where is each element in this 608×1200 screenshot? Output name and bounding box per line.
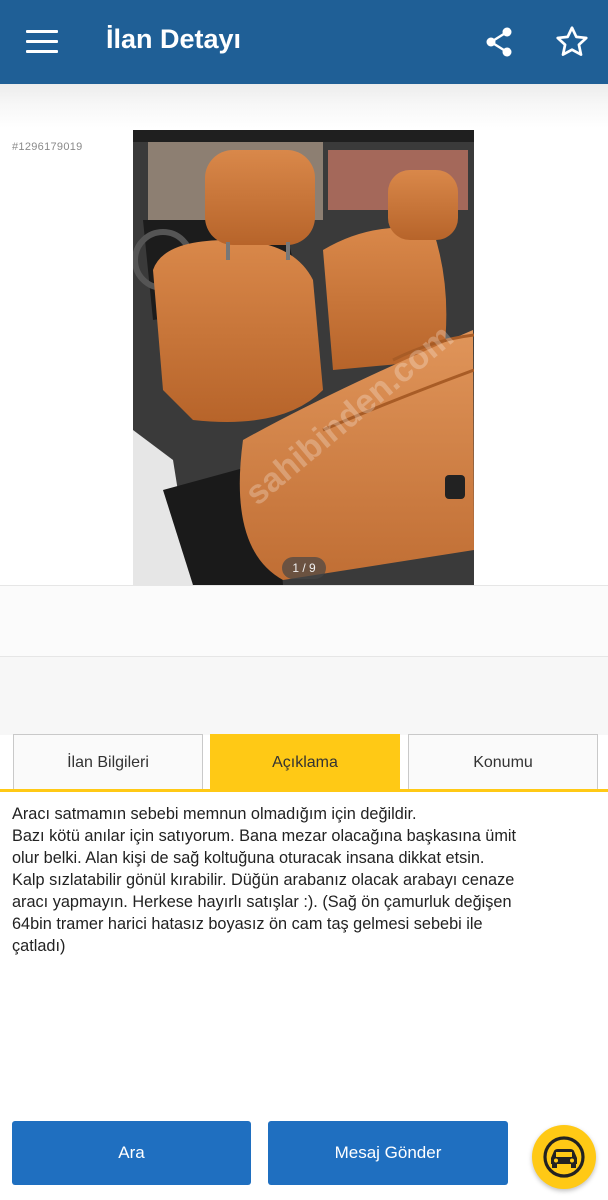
description-line: Bazı kötü anılar için satıyorum. Bana me… (12, 827, 517, 845)
description-line: 64bin tramer harici hatasız boyasız ön c… (12, 915, 483, 933)
tab-aciklama[interactable]: Açıklama (210, 734, 400, 790)
description-line: olur belki. Alan kişi de sağ koltuğuna o… (12, 849, 485, 867)
send-message-button[interactable]: Mesaj Gönder (268, 1121, 508, 1185)
car-assistant-button[interactable] (532, 1125, 596, 1189)
page-title: İlan Detayı (106, 24, 242, 54)
car-assistant-icon (543, 1136, 585, 1178)
tab-konumu[interactable]: Konumu (408, 734, 598, 790)
share-icon[interactable] (484, 26, 516, 58)
description-text: Aracı satmamın sebebi memnun olmadığım i… (12, 803, 598, 957)
description-line: çatladı) (12, 937, 66, 955)
hamburger-menu-icon[interactable] (26, 30, 58, 56)
call-button[interactable]: Ara (12, 1121, 251, 1185)
description-line: Aracı satmamın sebebi memnun olmadığım i… (12, 805, 417, 823)
blurred-info-box (0, 585, 608, 657)
listing-photo[interactable]: sahibinden.com (133, 130, 474, 585)
star-outline-icon[interactable] (554, 24, 590, 60)
photo-counter: 1 / 9 (282, 557, 326, 579)
tab-ilan-bilgileri[interactable]: İlan Bilgileri (13, 734, 203, 790)
app-bar: İlan Detayı (0, 0, 608, 84)
description-line: Kalp sızlatabilir gönül kırabilir. Düğün… (12, 871, 515, 889)
tab-indicator-line (0, 789, 608, 792)
description-line: aracı yapmayın. Herkese hayırlı satışlar… (12, 893, 512, 911)
blurred-header-area (0, 84, 608, 128)
listing-id: #1296179019 (12, 141, 83, 153)
